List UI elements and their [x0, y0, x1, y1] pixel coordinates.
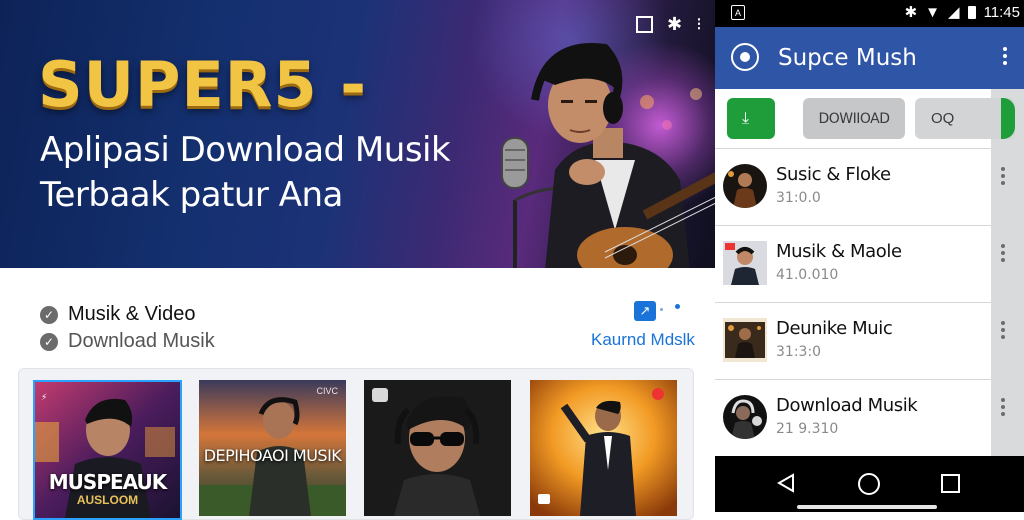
- track-more-icon[interactable]: [1001, 244, 1005, 262]
- hero-toolbar: ✱ ⁝: [636, 14, 702, 35]
- bluetooth-icon: ✱: [904, 4, 918, 21]
- wifi-icon: ▼: [925, 3, 941, 21]
- track-duration: 31:0.0: [776, 190, 821, 206]
- scrollbar[interactable]: [991, 89, 1024, 456]
- album-subtitle: AUSLOOM: [76, 493, 139, 507]
- track-row[interactable]: Deunike Muic 31:3:0: [715, 302, 1005, 380]
- recent-apps-icon[interactable]: [941, 474, 960, 493]
- track-row[interactable]: Susic & Floke 31:0.0: [715, 148, 1005, 226]
- track-duration: 41.0.010: [776, 267, 839, 283]
- track-more-icon[interactable]: [1001, 398, 1005, 416]
- album-card[interactable]: CIVC DEPIHOAOI MUSIK: [199, 380, 346, 516]
- square-icon[interactable]: [636, 16, 653, 33]
- chart-icon[interactable]: ↗: [634, 301, 656, 321]
- signal-icon: ◢: [948, 4, 960, 21]
- status-bar: A ✱ ▼ ◢ 11:45: [715, 0, 1024, 27]
- feature-label: Musik & Video: [68, 303, 196, 325]
- oq-toggle[interactable]: OQ: [915, 98, 1015, 139]
- album-art: [530, 380, 677, 516]
- track-more-icon[interactable]: [1001, 321, 1005, 339]
- add-download-button[interactable]: ⤓: [727, 98, 775, 139]
- phone-frame: A ✱ ▼ ◢ 11:45 Supce Mush ⤓ DOWIIOAD OQ S…: [715, 0, 1024, 512]
- check-circle-icon: ✓: [40, 332, 58, 351]
- share-icon[interactable]: ⁝: [696, 14, 702, 35]
- track-thumbnail: [723, 241, 767, 285]
- album-title: DEPIHOAOI MUSIK: [203, 446, 342, 465]
- status-icons: ✱ ▼ ◢ 11:45: [904, 3, 1020, 22]
- android-nav-bar: [715, 456, 1024, 512]
- album-card[interactable]: ⚡ MUSPEAUK AUSLOOM: [33, 380, 182, 520]
- check-circle-icon: ✓: [40, 305, 58, 324]
- track-row[interactable]: Musik & Maole 41.0.010: [715, 225, 1005, 303]
- feature-label: Download Musik: [68, 330, 215, 352]
- feature-download-musik: ✓ Download Musik: [40, 330, 215, 353]
- indicator-dot: [675, 304, 680, 309]
- track-thumbnail: [723, 164, 767, 208]
- track-thumbnail: [723, 318, 767, 362]
- indicator-dot: [660, 308, 663, 311]
- notification-icon: A: [731, 5, 745, 20]
- track-title: Susic & Floke: [776, 164, 891, 185]
- singer-image: [501, 43, 715, 268]
- status-time: 11:45: [983, 3, 1020, 21]
- hero-subtitle-line1: Aplipasi Download Musik: [40, 130, 451, 170]
- feature-musik-video: ✓ Musik & Video: [40, 303, 195, 326]
- home-icon[interactable]: [858, 473, 880, 495]
- album-card[interactable]: [530, 380, 677, 516]
- hero-subtitle: Aplipasi Download Musik Terbaak patur An…: [40, 128, 510, 218]
- album-title: MUSPEAUK: [48, 470, 167, 494]
- app-bar: Supce Mush: [715, 27, 1024, 89]
- track-row[interactable]: Download Musik 21 9.310: [715, 379, 1005, 456]
- hero-subtitle-line2: Terbaak patur Ana: [40, 175, 343, 215]
- hero-title: SUPER5 -: [38, 48, 367, 121]
- back-icon[interactable]: [777, 473, 795, 493]
- app-logo-icon: [731, 43, 759, 71]
- track-thumbnail: [723, 395, 767, 439]
- track-more-icon[interactable]: [1001, 167, 1005, 185]
- svg-text:⚡: ⚡: [41, 393, 47, 403]
- hero-banner: SUPER5 - Aplipasi Download Musik Terbaak…: [0, 0, 715, 268]
- track-list-screen: ⤓ DOWIIOAD OQ Susic & Floke 31:0.0 Musik…: [715, 89, 1024, 456]
- track-duration: 31:3:0: [776, 344, 822, 360]
- download-user-icon: ⤓: [742, 109, 750, 127]
- kaurnd-link[interactable]: Kaurnd Mdslk: [591, 330, 695, 350]
- toggle-indicator: [1001, 98, 1015, 139]
- album-card[interactable]: [364, 380, 511, 516]
- app-title: Supce Mush: [778, 45, 917, 71]
- more-options-icon[interactable]: [1003, 47, 1007, 65]
- album-art: [364, 380, 511, 516]
- gesture-bar: [797, 505, 937, 509]
- track-title: Musik & Maole: [776, 241, 902, 262]
- track-duration: 21 9.310: [776, 421, 839, 437]
- download-button[interactable]: DOWIIOAD: [803, 98, 905, 139]
- track-title: Deunike Muic: [776, 318, 893, 339]
- album-tag: CIVC: [316, 386, 338, 396]
- track-title: Download Musik: [776, 395, 918, 416]
- battery-icon: [967, 5, 976, 19]
- bluetooth-icon[interactable]: ✱: [667, 14, 682, 35]
